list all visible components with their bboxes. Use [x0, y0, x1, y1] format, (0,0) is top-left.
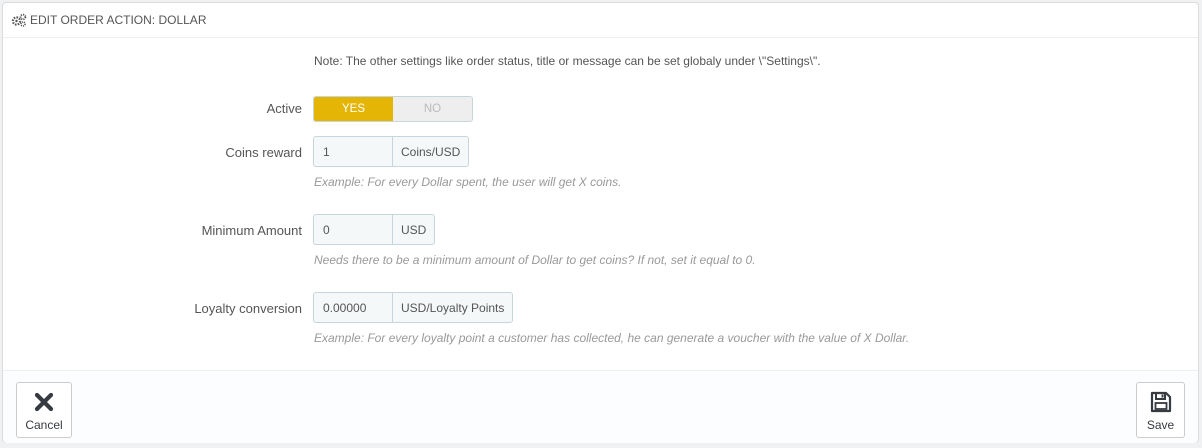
- minimum-amount-group: 0 USD: [313, 214, 436, 245]
- loyalty-conversion-group: 0.00000 USD/Loyalty Points: [313, 292, 514, 323]
- coins-reward-unit: Coins/USD: [392, 136, 470, 167]
- minimum-amount-label: Minimum Amount: [201, 223, 302, 238]
- minimum-amount-help: Needs there to be a minimum amount of Do…: [314, 253, 756, 267]
- panel-footer: Cancel Save: [3, 370, 1198, 443]
- coins-reward-help: Example: For every Dollar spent, the use…: [314, 175, 622, 189]
- close-icon: [30, 388, 58, 416]
- panel-title: EDIT ORDER ACTION: DOLLAR: [30, 13, 207, 27]
- loyalty-conversion-input[interactable]: 0.00000: [313, 292, 392, 323]
- settings-note: Note: The other settings like order stat…: [314, 54, 821, 68]
- save-button[interactable]: Save: [1136, 382, 1185, 438]
- loyalty-conversion-unit: USD/Loyalty Points: [392, 292, 514, 323]
- active-yes-option[interactable]: YES: [314, 97, 393, 121]
- loyalty-conversion-label: Loyalty conversion: [194, 301, 302, 316]
- coins-reward-input[interactable]: 1: [313, 136, 392, 167]
- save-icon: [1147, 388, 1175, 416]
- save-label: Save: [1146, 418, 1175, 432]
- cogs-icon: [11, 13, 27, 27]
- minimum-amount-unit: USD: [392, 214, 436, 245]
- loyalty-conversion-help: Example: For every loyalty point a custo…: [314, 331, 910, 345]
- edit-order-action-panel: EDIT ORDER ACTION: DOLLAR Note: The othe…: [2, 2, 1199, 443]
- coins-reward-group: 1 Coins/USD: [313, 136, 470, 167]
- coins-reward-label: Coins reward: [225, 145, 302, 160]
- cancel-label: Cancel: [25, 418, 63, 432]
- active-no-option[interactable]: NO: [393, 97, 472, 121]
- cancel-button[interactable]: Cancel: [16, 382, 72, 438]
- active-label: Active: [266, 101, 302, 116]
- minimum-amount-input[interactable]: 0: [313, 214, 392, 245]
- active-switch[interactable]: YES NO: [313, 96, 473, 122]
- panel-heading: EDIT ORDER ACTION: DOLLAR: [3, 3, 1198, 38]
